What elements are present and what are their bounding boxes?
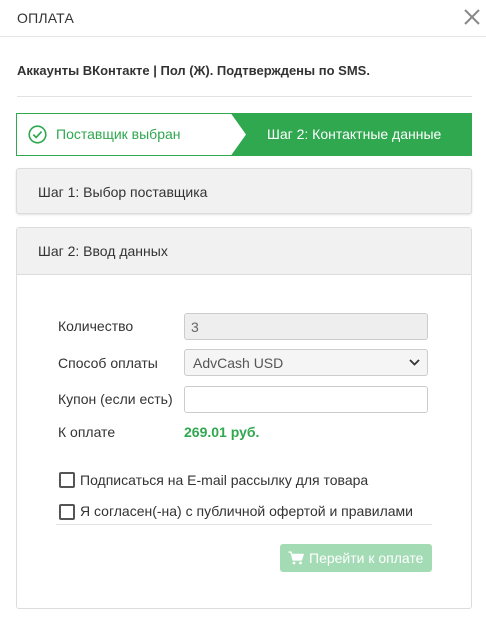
- proceed-to-payment-button[interactable]: Перейти к оплате: [280, 544, 432, 572]
- divider: [56, 524, 432, 525]
- cart-icon: [288, 551, 304, 565]
- check-circle-icon: [28, 125, 47, 144]
- total-amount: 269.01 руб.: [184, 424, 260, 440]
- panel-step-2-title[interactable]: Шаг 2: Ввод данных: [38, 243, 168, 259]
- subscribe-checkbox[interactable]: [59, 472, 75, 488]
- payment-method-label: Способ оплаты: [58, 355, 158, 371]
- product-title: Аккаунты ВКонтакте | Пол (Ж). Подтвержде…: [17, 63, 370, 78]
- quantity-input[interactable]: [184, 313, 428, 340]
- panel-step-1-title[interactable]: Шаг 1: Выбор поставщика: [38, 184, 207, 200]
- proceed-to-payment-label: Перейти к оплате: [309, 550, 424, 566]
- panel-step-2-header[interactable]: Шаг 2: Ввод данных: [17, 228, 471, 275]
- panel-step-2: Шаг 2: Ввод данных Количество Способ опл…: [16, 227, 472, 609]
- agree-label[interactable]: Я согласен(-на) с публичной офертой и пр…: [80, 503, 413, 519]
- checkout-stepper: Поставщик выбран Шаг 2: Контактные данны…: [16, 113, 472, 156]
- divider: [17, 96, 472, 97]
- coupon-input[interactable]: [184, 386, 428, 413]
- modal-header: ОПЛАТА: [0, 0, 486, 37]
- coupon-label: Купон (если есть): [58, 391, 173, 407]
- quantity-label: Количество: [58, 318, 134, 334]
- payment-method-select[interactable]: AdvCash USD: [184, 349, 428, 376]
- subscribe-label[interactable]: Подписаться на E-mail рассылку для товар…: [80, 472, 368, 488]
- payment-method-value: AdvCash USD: [193, 355, 284, 371]
- chevron-down-icon: [409, 359, 420, 366]
- total-label: К оплате: [58, 424, 116, 440]
- close-icon[interactable]: [462, 7, 482, 27]
- step-2-label: Шаг 2: Контактные данные: [267, 126, 442, 142]
- agree-checkbox[interactable]: [59, 504, 75, 520]
- step-1-label: Поставщик выбран: [56, 126, 181, 142]
- modal-title: ОПЛАТА: [17, 10, 75, 26]
- panel-step-1[interactable]: Шаг 1: Выбор поставщика: [16, 168, 472, 214]
